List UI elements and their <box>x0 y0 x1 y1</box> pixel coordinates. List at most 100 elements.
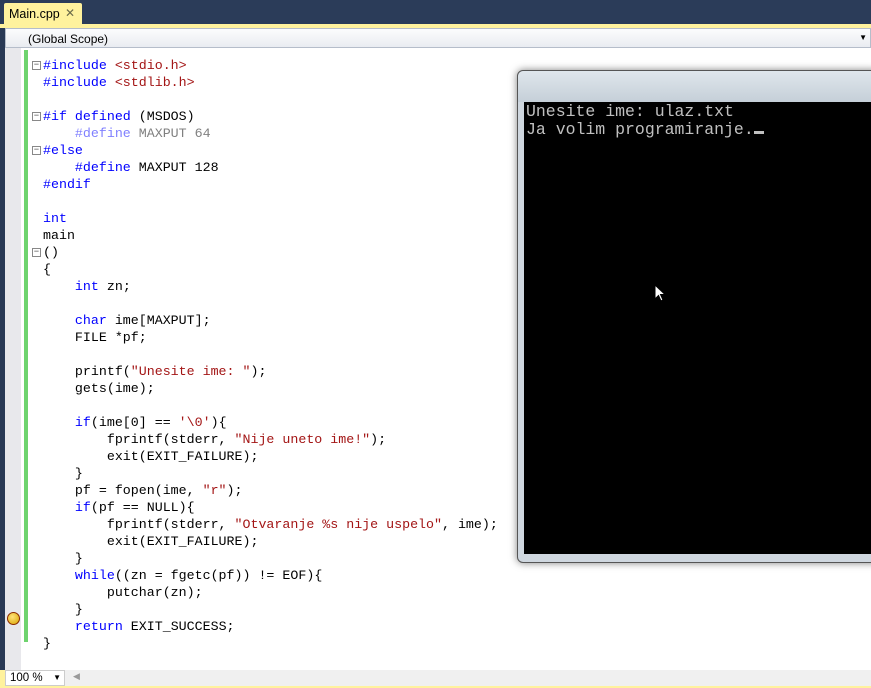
code-token: <stdlib.h> <box>114 75 195 90</box>
code-token: (pf == NULL){ <box>90 500 195 515</box>
code-line[interactable]: #endif <box>43 176 498 193</box>
code-line[interactable]: if(ime[0] == '\0'){ <box>43 414 498 431</box>
code-line[interactable]: exit(EXIT_FAILURE); <box>43 448 498 465</box>
code-token: #endif <box>43 177 91 192</box>
code-token: #include <box>43 75 115 90</box>
code-token: int <box>74 279 99 294</box>
source-code[interactable]: #include <stdio.h> #include <stdlib.h> #if… <box>43 57 498 652</box>
code-token: fprintf(stderr, <box>43 517 235 532</box>
code-line[interactable] <box>43 346 498 363</box>
collapse-icon[interactable]: − <box>32 146 41 155</box>
code-token: while <box>74 568 115 583</box>
code-token: '\0' <box>178 415 211 430</box>
close-icon[interactable]: ✕ <box>65 6 75 20</box>
code-token: FILE *pf; <box>43 330 147 345</box>
code-token: } <box>43 602 83 617</box>
code-token: () <box>43 245 59 260</box>
code-line[interactable]: fprintf(stderr, "Otvaranje %s nije uspel… <box>43 516 498 533</box>
document-tab-bar: Main.cpp ✕ <box>0 0 871 25</box>
code-token: (MSDOS) <box>138 109 195 124</box>
console-line: Unesite ime: ulaz.txt <box>526 102 734 121</box>
scope-value: (Global Scope) <box>28 32 109 46</box>
code-line[interactable]: #else <box>43 142 498 159</box>
code-token: main <box>43 228 75 243</box>
breakpoint-margin[interactable] <box>5 48 21 670</box>
code-line[interactable] <box>43 397 498 414</box>
code-token: "Unesite ime: " <box>130 364 251 379</box>
code-token: MAXPUT 64 <box>138 126 211 141</box>
code-line[interactable]: if(pf == NULL){ <box>43 499 498 516</box>
code-line[interactable]: char ime[MAXPUT]; <box>43 312 498 329</box>
code-line[interactable]: { <box>43 261 498 278</box>
code-token: #define <box>74 126 139 141</box>
console-window[interactable]: Unesite ime: ulaz.txt Ja volim programira… <box>517 70 871 563</box>
code-token: #else <box>43 143 83 158</box>
code-line[interactable]: } <box>43 635 498 652</box>
editor-status-bar: 100 % ▼ ◀ <box>0 670 871 688</box>
tab-main-cpp[interactable]: Main.cpp ✕ <box>4 3 82 25</box>
code-line[interactable]: FILE *pf; <box>43 329 498 346</box>
code-line[interactable] <box>43 295 498 312</box>
code-line[interactable]: fprintf(stderr, "Nije uneto ime!"); <box>43 431 498 448</box>
code-line[interactable]: pf = fopen(ime, "r"); <box>43 482 498 499</box>
code-line[interactable]: gets(ime); <box>43 380 498 397</box>
console-title-bar[interactable] <box>518 71 871 102</box>
code-line[interactable]: printf("Unesite ime: "); <box>43 363 498 380</box>
code-line[interactable]: #define MAXPUT 128 <box>43 159 498 176</box>
code-line[interactable]: main <box>43 227 498 244</box>
code-token: exit(EXIT_FAILURE); <box>43 534 259 549</box>
code-token: , ime); <box>441 517 498 532</box>
code-line[interactable]: while((zn = fgetc(pf)) != EOF){ <box>43 567 498 584</box>
console-line-text: Ja volim programiranje. <box>526 120 754 139</box>
code-token: { <box>43 262 51 277</box>
code-token: return <box>74 619 123 634</box>
code-line[interactable]: putchar(zn); <box>43 584 498 601</box>
code-line[interactable]: #define MAXPUT 64 <box>43 125 498 142</box>
text-caret <box>753 131 764 134</box>
console-output: Unesite ime: ulaz.txt Ja volim programira… <box>524 102 871 554</box>
zoom-dropdown[interactable]: 100 % ▼ <box>5 670 65 686</box>
breakpoint-current-line-icon[interactable] <box>7 612 20 625</box>
change-tracking-bar <box>24 50 28 642</box>
code-line[interactable]: } <box>43 465 498 482</box>
code-line[interactable]: #if defined (MSDOS) <box>43 108 498 125</box>
code-line[interactable]: return EXIT_SUCCESS; <box>43 618 498 635</box>
code-token: } <box>43 636 51 651</box>
code-token: } <box>43 551 83 566</box>
code-token: "r" <box>202 483 227 498</box>
collapse-icon[interactable]: − <box>32 248 41 257</box>
collapse-icon[interactable]: − <box>32 61 41 70</box>
code-line[interactable]: #include <stdio.h> <box>43 57 498 74</box>
code-line[interactable] <box>43 193 498 210</box>
chevron-down-icon: ▼ <box>859 33 867 42</box>
mouse-pointer-icon <box>654 284 666 302</box>
scroll-left-icon[interactable]: ◀ <box>73 671 80 682</box>
code-token: "Otvaranje %s nije uspelo" <box>234 517 442 532</box>
code-token: #define <box>74 160 139 175</box>
collapse-icon[interactable]: − <box>32 112 41 121</box>
code-line[interactable]: } <box>43 601 498 618</box>
code-token: #if defined <box>43 109 139 124</box>
code-line[interactable]: exit(EXIT_FAILURE); <box>43 533 498 550</box>
scope-dropdown[interactable]: (Global Scope) ▼ <box>5 28 871 48</box>
code-token: MAXPUT 128 <box>138 160 219 175</box>
tab-label: Main.cpp <box>9 7 60 21</box>
console-line: Ja volim programiranje. <box>526 121 871 139</box>
code-line[interactable]: int <box>43 210 498 227</box>
code-token: pf = fopen(ime, <box>43 483 203 498</box>
code-token: ); <box>250 364 267 379</box>
code-token: "Nije uneto ime!" <box>234 432 371 447</box>
code-token: ((zn = fgetc(pf)) != EOF){ <box>114 568 323 583</box>
code-line[interactable]: int zn; <box>43 278 498 295</box>
code-token: EXIT_SUCCESS; <box>122 619 235 634</box>
code-token: ime[MAXPUT]; <box>106 313 211 328</box>
code-line[interactable] <box>43 91 498 108</box>
code-line[interactable]: () <box>43 244 498 261</box>
code-line[interactable]: #include <stdlib.h> <box>43 74 498 91</box>
code-line[interactable]: } <box>43 550 498 567</box>
